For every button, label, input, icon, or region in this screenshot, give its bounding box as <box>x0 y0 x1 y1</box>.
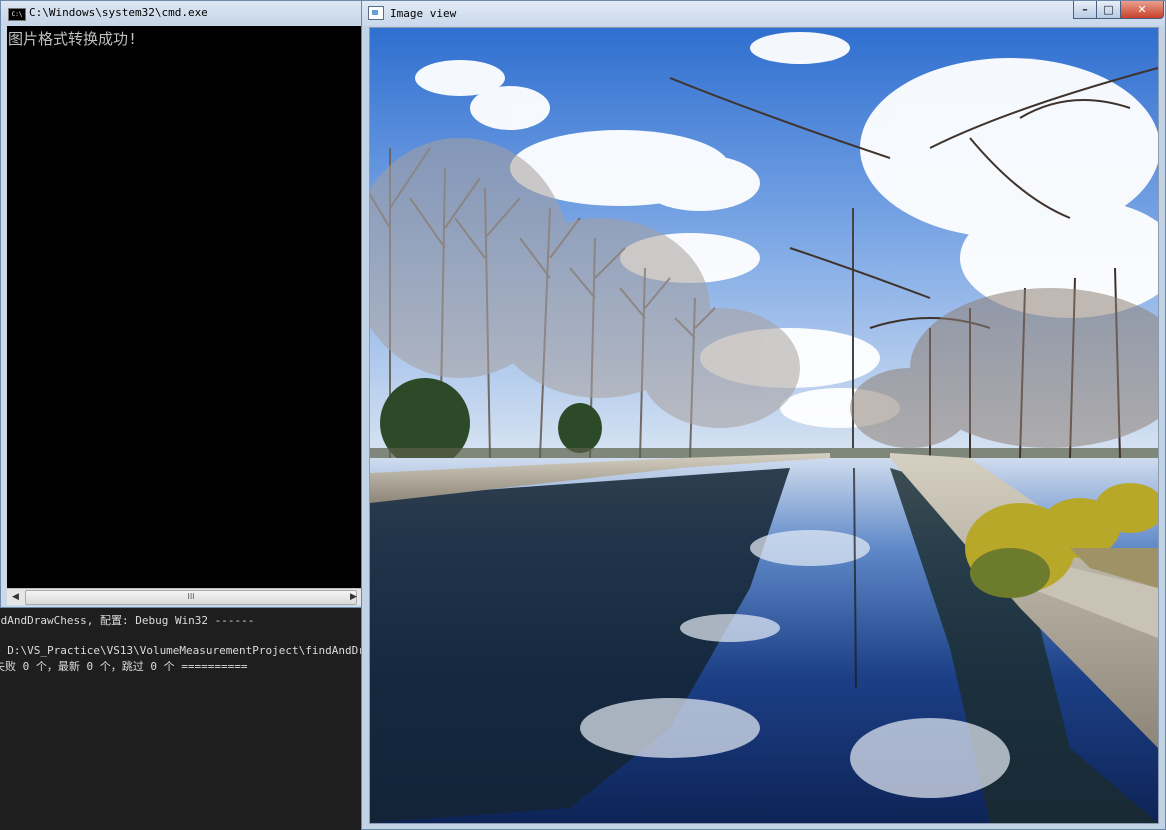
image-display[interactable] <box>369 27 1159 824</box>
image-view-titlebar[interactable]: Image view – □ ✕ <box>362 1 1165 26</box>
minimize-button[interactable]: – <box>1073 1 1097 19</box>
cmd-window-title: C:\Windows\system32\cmd.exe <box>29 6 208 19</box>
cmd-window: C:\ C:\Windows\system32\cmd.exe 图片格式转换成功… <box>0 0 362 608</box>
image-view-window: Image view – □ ✕ <box>361 0 1166 830</box>
console-area[interactable]: 图片格式转换成功! <box>7 26 362 588</box>
output-line: ndAndDrawChess, 配置: Debug Win32 ------ <box>0 614 255 627</box>
cmd-titlebar[interactable]: C:\ C:\Windows\system32\cmd.exe <box>1 1 361 25</box>
output-line: 失败 0 个，最新 0 个，跳过 0 个 ========== <box>0 660 248 673</box>
cmd-icon[interactable]: C:\ <box>8 8 26 21</box>
image-view-title: Image view <box>390 7 457 20</box>
scroll-left-icon[interactable]: ◀ <box>7 589 24 605</box>
vs-output-panel: ndAndDrawChess, 配置: Debug Win32 ------ >… <box>0 608 362 830</box>
output-line: > D:\VS_Practice\VS13\VolumeMeasurementP… <box>0 644 362 657</box>
maximize-button[interactable]: □ <box>1096 1 1121 19</box>
close-button[interactable]: ✕ <box>1120 1 1164 19</box>
console-output-text: 图片格式转换成功! <box>8 30 138 48</box>
scroll-right-icon[interactable]: ▶ <box>345 589 362 605</box>
canal-photo <box>370 28 1158 823</box>
scrollbar-thumb[interactable]: III <box>25 590 357 605</box>
horizontal-scrollbar[interactable]: ◀ III ▶ <box>7 588 362 605</box>
window-app-icon[interactable] <box>368 6 384 20</box>
